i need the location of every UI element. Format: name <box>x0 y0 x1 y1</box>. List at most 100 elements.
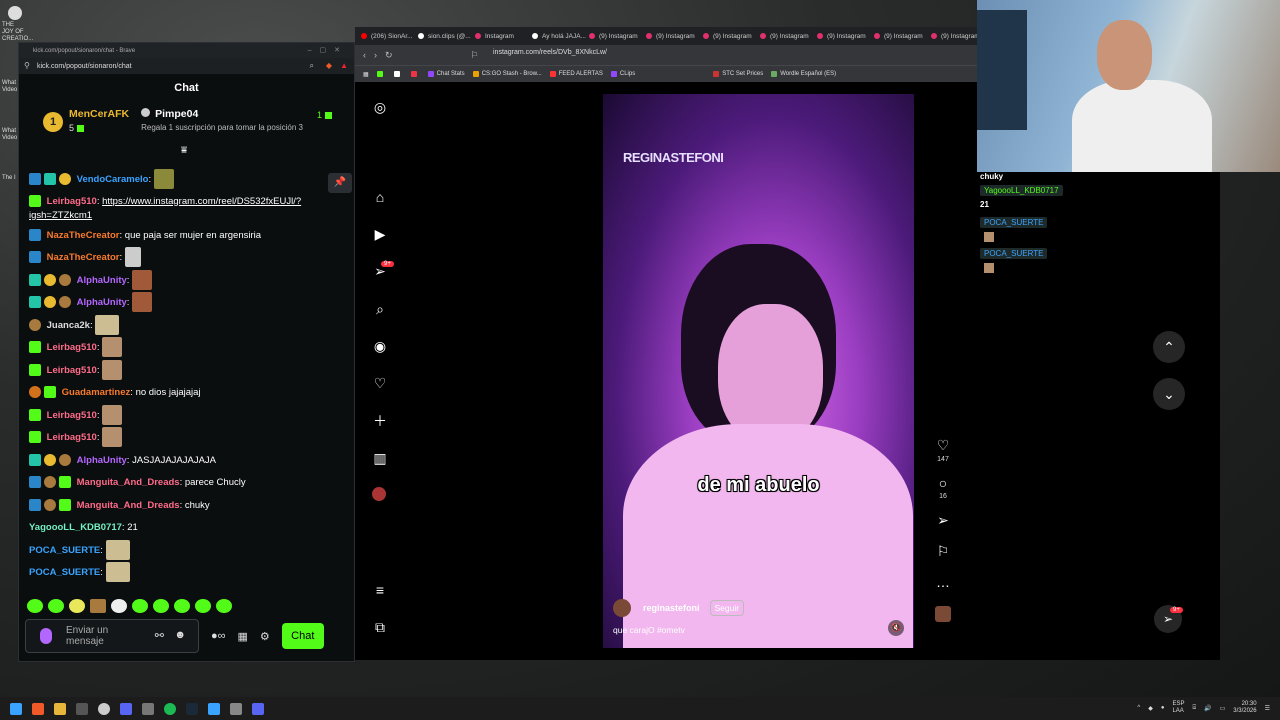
more-apps-icon[interactable]: ⧉ <box>372 619 388 635</box>
notifications-icon[interactable]: ☰ <box>1265 705 1270 712</box>
browser-tab[interactable]: (9) Instagram <box>874 33 931 40</box>
chat-username[interactable]: Leirbag510 <box>47 365 97 376</box>
apps-icon[interactable]: ▦ <box>363 71 369 78</box>
taskbar-app-icon[interactable] <box>252 702 264 715</box>
chat-urlbar[interactable]: ⚲ kick.com/popout/sionaron/chat ⌕ ◆ ▲ <box>19 58 354 74</box>
menu-icon[interactable]: ≡ <box>372 582 388 598</box>
start-icon[interactable] <box>10 702 22 715</box>
discord-icon[interactable] <box>120 702 132 715</box>
like-icon[interactable]: ♡ <box>933 437 953 454</box>
browser-tab[interactable]: (9) Instagram <box>703 33 760 40</box>
bookmark-icon[interactable]: ⚐ <box>471 50 479 61</box>
chat-username[interactable]: Leirbag510 <box>47 410 97 421</box>
tray-app-icon[interactable]: ● <box>1161 705 1165 711</box>
bookmark-item[interactable]: Chat Stats <box>427 71 465 77</box>
kicks-icon[interactable]: ●∞ <box>211 630 226 642</box>
share-icon[interactable]: ➢ <box>933 512 953 529</box>
chat-username[interactable]: VendoCaramelo <box>77 174 149 185</box>
brave-icon[interactable] <box>32 702 44 715</box>
browser-tab[interactable]: (9) Instagram <box>817 33 874 40</box>
steam-icon[interactable] <box>186 702 198 715</box>
next-reel-button[interactable]: ⌄ <box>1153 378 1185 410</box>
emote-button[interactable] <box>48 599 64 613</box>
mute-icon[interactable]: 🔇 <box>888 620 904 636</box>
create-icon[interactable]: ＋ <box>372 413 388 429</box>
window-controls[interactable]: ‒▢✕ <box>308 46 348 54</box>
emote-button[interactable] <box>153 599 169 613</box>
settings-icon[interactable]: ⚙ <box>260 630 270 643</box>
previous-reel-button[interactable]: ⌃ <box>1153 331 1185 363</box>
tray-app-icon[interactable]: ◆ <box>1148 705 1153 712</box>
reels-icon[interactable]: ▶ <box>372 226 388 242</box>
profile-avatar[interactable] <box>372 487 386 501</box>
instagram-logo-icon[interactable]: ◎ <box>372 99 388 115</box>
forward-icon[interactable]: › <box>374 50 377 60</box>
file-explorer-icon[interactable] <box>54 702 66 715</box>
chat-username[interactable]: NazaTheCreator <box>47 252 120 263</box>
rewards-icon[interactable]: ▲ <box>340 61 348 70</box>
tray-expand-icon[interactable]: ^ <box>1137 705 1140 711</box>
reload-icon[interactable]: ↻ <box>385 50 393 61</box>
bookmark-item[interactable] <box>376 71 386 77</box>
search-icon[interactable]: ⌕ <box>372 301 388 317</box>
browser-tab[interactable]: Instagram <box>475 33 532 40</box>
emoji-icon[interactable]: ☻ <box>174 629 186 641</box>
emote-button[interactable] <box>90 599 106 613</box>
site-info-icon[interactable]: ⚲ <box>24 61 30 70</box>
taskbar-app-icon[interactable] <box>230 702 242 715</box>
chat-username[interactable]: AlphaUnity <box>77 297 127 308</box>
url-field[interactable]: instagram.com/reels/DVb_8XNkcLw/ <box>493 49 607 56</box>
chat-username[interactable]: YagoooLL_KDB0717 <box>29 522 122 533</box>
emote-button[interactable] <box>174 599 190 613</box>
chat-username[interactable]: NazaTheCreator <box>47 230 120 241</box>
zoom-icon[interactable]: ⌕ <box>310 61 314 71</box>
audio-thumbnail[interactable] <box>935 606 951 622</box>
chat-username[interactable]: Juanca2k <box>47 320 90 331</box>
desktop-icon-joy[interactable]: THE JOY OF CREATIO... <box>2 2 33 43</box>
browser-tab[interactable]: (9) Instagram <box>589 33 646 40</box>
chat-username[interactable]: Manguita_And_Dreads <box>77 500 180 511</box>
save-icon[interactable]: ⚐ <box>933 543 953 560</box>
chat-username[interactable]: POCA_SUERTE <box>29 545 100 556</box>
emote-button[interactable] <box>216 599 232 613</box>
chat-username[interactable]: Leirbag510 <box>47 342 97 353</box>
battery-icon[interactable]: ▭ <box>1220 705 1226 712</box>
taskbar-app-icon[interactable] <box>208 702 220 715</box>
translate-icon[interactable]: ⚯ <box>155 629 164 642</box>
bookmark-item[interactable]: CS:GO Stash - Brow... <box>472 71 542 77</box>
back-icon[interactable]: ‹ <box>363 50 366 60</box>
comment-icon[interactable]: ○ <box>933 475 953 491</box>
browser-tab[interactable]: Ay holá JAJA... <box>532 33 589 40</box>
send-chat-button[interactable]: Chat <box>281 623 324 649</box>
spotify-icon[interactable] <box>164 702 176 715</box>
bookmark-item[interactable] <box>410 71 420 77</box>
chat-username[interactable]: AlphaUnity <box>77 455 127 466</box>
notifications-icon[interactable]: ♡ <box>372 375 388 391</box>
reel-video[interactable]: REGINASTEFONI de mi abuelo reginastefoni… <box>603 94 914 648</box>
emote-button[interactable] <box>132 599 148 613</box>
network-icon[interactable]: ⌸ <box>1192 705 1196 712</box>
emote-button[interactable] <box>69 599 85 613</box>
volume-icon[interactable]: 🔊 <box>1204 705 1211 712</box>
bookmark-item[interactable] <box>393 71 403 77</box>
chat-username[interactable]: POCA_SUERTE <box>29 567 100 578</box>
emote-button[interactable] <box>111 599 127 613</box>
chat-username[interactable]: Leirbag510 <box>47 432 97 443</box>
emote-button[interactable] <box>195 599 211 613</box>
browser-tab[interactable]: (206) SionAr... <box>361 33 418 40</box>
bookmark-item[interactable]: Wordle Español (ES) <box>771 71 836 77</box>
chat-username[interactable]: AlphaUnity <box>77 275 127 286</box>
explore-icon[interactable]: ◉ <box>372 338 388 354</box>
bookmark-item[interactable]: CLips <box>610 71 635 77</box>
follow-button[interactable]: Seguir <box>709 600 745 616</box>
taskbar-app-icon[interactable] <box>142 702 154 715</box>
home-icon[interactable]: ⌂ <box>372 189 388 205</box>
store-icon[interactable]: ▦ <box>238 630 248 643</box>
clock[interactable]: 20:30 3/3/2026 <box>1233 701 1256 715</box>
chat-username[interactable]: Manguita_And_Dreads <box>77 477 180 488</box>
browser-tab[interactable]: (9) Instagram <box>646 33 703 40</box>
dashboard-icon[interactable]: ▥ <box>372 450 388 466</box>
bookmark-item[interactable]: STC Set Prices <box>713 71 763 77</box>
emote-button[interactable] <box>27 599 43 613</box>
reel-description[interactable]: que carajO #ometv <box>613 625 685 635</box>
